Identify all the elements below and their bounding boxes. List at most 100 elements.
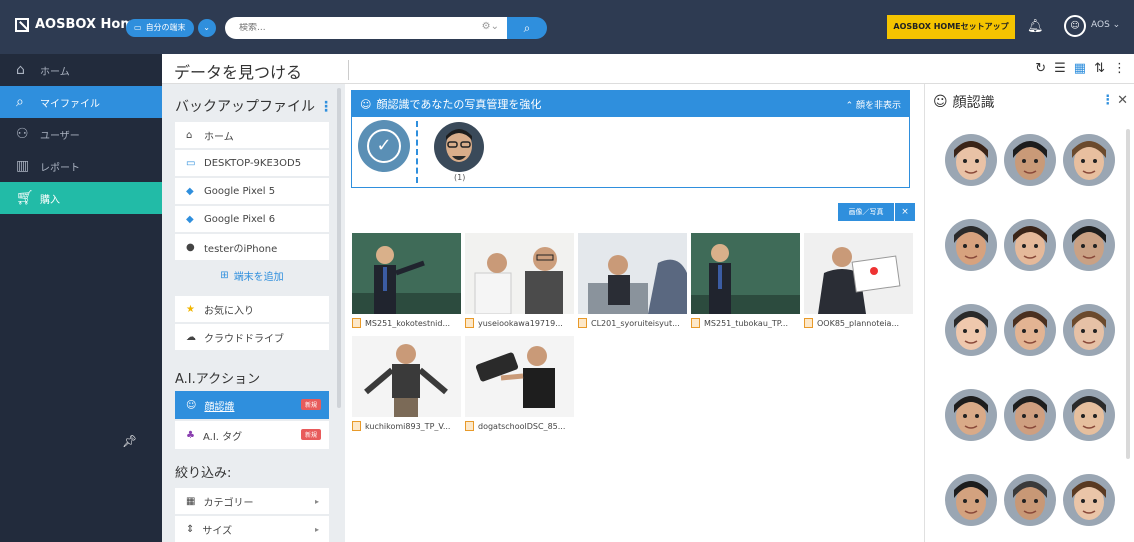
sort-icon[interactable]: ⇅ bbox=[1094, 61, 1105, 76]
nav-item-purchase[interactable]: 🛒︎ 購入 bbox=[0, 182, 162, 214]
face-thumbnail[interactable] bbox=[1004, 304, 1056, 356]
file-tile[interactable]: MS251_kokotestnid... bbox=[352, 233, 461, 328]
photo-filter-button[interactable]: 画像／写真 bbox=[838, 203, 894, 221]
face-thumbnail[interactable] bbox=[1063, 219, 1115, 271]
file-name: CL201_syoruiteisyut... bbox=[591, 318, 680, 328]
setup-button[interactable]: AOSBOX HOMEセットアップ bbox=[887, 15, 1015, 39]
cloud-drive-label: クラウドドライブ bbox=[204, 333, 284, 345]
file-tile[interactable]: CL201_syoruiteisyut... bbox=[578, 233, 687, 328]
hide-faces-button[interactable]: ⌃ 顔を非表示 bbox=[846, 98, 901, 111]
tree-icon: ♣ bbox=[186, 429, 195, 441]
nav-item-users[interactable]: ⚇ ユーザー bbox=[0, 118, 162, 150]
image-file-icon bbox=[578, 318, 587, 328]
face-thumbnail[interactable] bbox=[945, 134, 997, 186]
smile-icon: ☺ bbox=[933, 94, 948, 110]
users-icon: ⚇ bbox=[16, 126, 29, 142]
face-thumbnail[interactable] bbox=[945, 474, 997, 526]
search-button[interactable]: ⌕ bbox=[507, 17, 547, 39]
nav-item-my-files[interactable]: ⌕ マイファイル bbox=[0, 86, 162, 118]
ai-item-tags[interactable]: ♣ A.I. タグ 新規 bbox=[175, 421, 329, 449]
backup-item-home[interactable]: ⌂ ホーム bbox=[175, 122, 329, 148]
face-thumbnail[interactable] bbox=[1004, 219, 1056, 271]
file-name: OOK85_plannoteia... bbox=[817, 318, 900, 328]
backup-item-label: testerのiPhone bbox=[204, 243, 278, 255]
photo-thumbnail bbox=[691, 233, 800, 314]
face-thumbnail[interactable] bbox=[1063, 389, 1115, 441]
backup-scrollbar[interactable] bbox=[337, 88, 341, 408]
ai-item-label: A.I. タグ bbox=[202, 431, 243, 443]
add-device-link[interactable]: ⊞ 端末を追加 bbox=[175, 262, 329, 288]
search-box: ⚙⌄ bbox=[225, 17, 507, 39]
gear-icon[interactable]: ⚙⌄ bbox=[482, 21, 499, 32]
user-avatar-icon[interactable]: ☺ bbox=[1064, 15, 1086, 37]
more-icon[interactable]: ⋮ bbox=[319, 99, 333, 115]
hide-faces-label: 顔を非表示 bbox=[855, 100, 901, 111]
cloud-drive-item[interactable]: ☁ クラウドドライブ bbox=[175, 324, 329, 350]
nav-item-home[interactable]: ⌂ ホーム bbox=[0, 54, 162, 86]
face-thumbnail[interactable] bbox=[1063, 474, 1115, 526]
file-tile[interactable]: OOK85_plannoteia... bbox=[804, 233, 913, 328]
grid-view-icon[interactable]: ▦ bbox=[1074, 61, 1086, 76]
filter-size[interactable]: ⇕ サイズ ▸ bbox=[175, 516, 329, 542]
refresh-icon[interactable]: ↻ bbox=[1035, 61, 1046, 76]
face-thumbnail[interactable] bbox=[1004, 389, 1056, 441]
backup-item-desktop[interactable]: ▭ DESKTOP-9KE3OD5 bbox=[175, 150, 329, 176]
image-file-icon bbox=[352, 318, 361, 328]
filter-category[interactable]: ▦ カテゴリー ▸ bbox=[175, 488, 329, 514]
image-file-icon bbox=[465, 421, 474, 431]
close-icon[interactable]: ✕ bbox=[1117, 93, 1128, 108]
app-logo[interactable]: AOSBOX Home bbox=[15, 17, 143, 32]
header-divider bbox=[348, 60, 349, 80]
face-thumbnail[interactable] bbox=[434, 122, 484, 172]
nav-item-label: ユーザー bbox=[40, 130, 80, 142]
list-view-icon[interactable]: ☰ bbox=[1054, 61, 1066, 76]
face-thumbnail[interactable] bbox=[1004, 134, 1056, 186]
new-badge: 新規 bbox=[300, 429, 321, 440]
search-input[interactable] bbox=[239, 23, 469, 33]
filter-label: サイズ bbox=[202, 525, 233, 537]
favorites-label: お気に入り bbox=[204, 305, 254, 317]
bell-icon[interactable]: 🔔︎ bbox=[1027, 19, 1044, 34]
apple-icon: ● bbox=[186, 241, 195, 253]
face-thumbnail[interactable] bbox=[945, 389, 997, 441]
file-tile[interactable]: kuchikomi893_TP_V... bbox=[352, 336, 461, 431]
face-thumbnail[interactable] bbox=[945, 219, 997, 271]
nav-item-label: ホーム bbox=[40, 66, 70, 78]
face-thumbnail[interactable] bbox=[1063, 134, 1115, 186]
face-thumbnail[interactable] bbox=[1004, 474, 1056, 526]
file-tile[interactable]: dogatschoolDSC_85... bbox=[465, 336, 574, 431]
face-thumbnail[interactable] bbox=[945, 304, 997, 356]
more-icon[interactable]: ⋮ bbox=[1113, 61, 1126, 76]
photo-thumbnail bbox=[352, 233, 461, 314]
file-name: dogatschoolDSC_85... bbox=[478, 421, 566, 431]
add-device-label: 端末を追加 bbox=[233, 271, 284, 283]
face-recognition-sidebar: ☺ 顔認識 ⋮ ✕ bbox=[924, 84, 1134, 542]
photo-filter-close-button[interactable]: × bbox=[895, 203, 915, 221]
select-all-faces[interactable]: ✓ bbox=[358, 120, 410, 172]
sidebar-scrollbar[interactable] bbox=[1126, 129, 1130, 459]
ai-actions-title: A.I.アクション bbox=[175, 372, 261, 387]
file-tile[interactable]: MS251_tubokau_TP... bbox=[691, 233, 800, 328]
face-thumbnail[interactable] bbox=[1063, 304, 1115, 356]
nav-item-label: 購入 bbox=[40, 194, 60, 206]
nav-item-reports[interactable]: ▥ レポート bbox=[0, 150, 162, 182]
device-select-button[interactable]: ▭ 自分の端末 ⌄ bbox=[126, 19, 216, 37]
ai-item-face-recognition[interactable]: ☺ 顔認識 新規 bbox=[175, 391, 329, 419]
home-icon: ⌂ bbox=[16, 62, 25, 78]
file-name: MS251_tubokau_TP... bbox=[704, 318, 788, 328]
chevron-down-icon[interactable]: ⌄ bbox=[197, 19, 216, 37]
ai-item-label: 顔認識 bbox=[204, 401, 235, 413]
backup-item-pixel6[interactable]: ◆ Google Pixel 6 bbox=[175, 206, 329, 232]
chart-icon: ▥ bbox=[16, 158, 30, 174]
android-icon: ◆ bbox=[186, 213, 194, 225]
backup-item-iphone[interactable]: ● testerのiPhone bbox=[175, 234, 329, 260]
backup-item-pixel5[interactable]: ◆ Google Pixel 5 bbox=[175, 178, 329, 204]
file-tile[interactable]: yuseiookawa19719... bbox=[465, 233, 574, 328]
backup-title-text: バックアップファイル bbox=[175, 99, 315, 115]
user-menu[interactable]: AOS ⌄ bbox=[1091, 20, 1120, 30]
pin-icon[interactable]: 📌︎ bbox=[122, 434, 137, 448]
more-icon[interactable]: ⋮ bbox=[1101, 93, 1114, 108]
backup-title: バックアップファイル ⋮ bbox=[175, 96, 333, 116]
android-icon: ◆ bbox=[186, 185, 194, 197]
favorites-item[interactable]: ★ お気に入り bbox=[175, 296, 329, 322]
